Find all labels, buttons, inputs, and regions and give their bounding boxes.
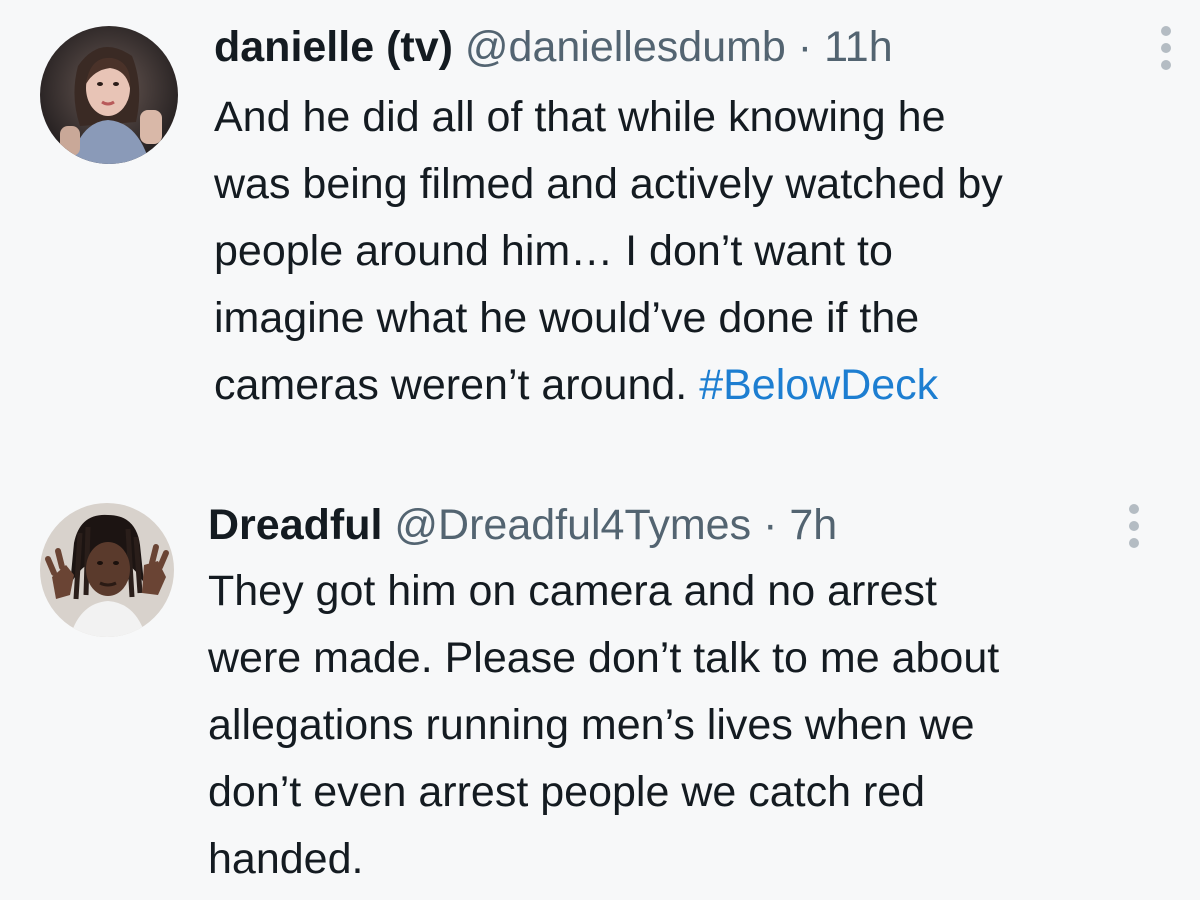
separator-dot: · <box>763 501 778 549</box>
tweet-text-line: people around him… I don’t want to <box>214 227 893 275</box>
tweet-text-line: were made. Please don’t talk to me about <box>208 634 1000 682</box>
user-avatar[interactable] <box>40 26 178 164</box>
hashtag-link[interactable]: #BelowDeck <box>699 361 938 409</box>
more-options-button[interactable] <box>1122 504 1146 548</box>
tweet-header: Dreadful @Dreadful4Tymes · 7h <box>208 500 837 550</box>
display-name[interactable]: Dreadful <box>208 501 382 549</box>
tweet-dreadful[interactable]: Dreadful @Dreadful4Tymes · 7h They got h… <box>0 450 1200 900</box>
tweet-text-line: cameras weren’t around. #BelowDeck <box>214 352 1003 419</box>
more-dot-icon <box>1129 521 1139 531</box>
avatar-man-hand-sign-icon <box>40 503 174 637</box>
tweet-danielle[interactable]: danielle (tv) @daniellesdumb · 11h And h… <box>0 0 1200 450</box>
more-dot-icon <box>1129 504 1139 514</box>
tweet-text-line: handed. <box>208 835 364 883</box>
user-handle[interactable]: @daniellesdumb <box>465 23 786 71</box>
more-options-button[interactable] <box>1154 26 1178 70</box>
user-avatar[interactable] <box>40 503 174 637</box>
tweet-text-line: allegations running men’s lives when we <box>208 701 975 749</box>
tweet-text: And he did all of that while knowing he … <box>214 84 1003 419</box>
tweet-text-line: was being filmed and actively watched by <box>214 160 1003 208</box>
tweet-text-line: imagine what he would’ve done if the <box>214 294 920 342</box>
tweet-header: danielle (tv) @daniellesdumb · 11h <box>214 22 893 72</box>
timestamp[interactable]: 11h <box>824 23 893 71</box>
more-dot-icon <box>1161 60 1171 70</box>
tweet-text-line: And he did all of that while knowing he <box>214 93 946 141</box>
tweet-text-line: They got him on camera and no arrest <box>208 567 937 615</box>
user-handle[interactable]: @Dreadful4Tymes <box>394 501 751 549</box>
more-dot-icon <box>1129 538 1139 548</box>
tweet-text-last: cameras weren’t around. <box>214 361 700 409</box>
more-dot-icon <box>1161 43 1171 53</box>
display-name[interactable]: danielle (tv) <box>214 23 453 71</box>
timestamp[interactable]: 7h <box>789 501 837 549</box>
tweet-text: They got him on camera and no arrest wer… <box>208 558 999 893</box>
more-dot-icon <box>1161 26 1171 36</box>
avatar-woman-portrait-icon <box>40 26 178 164</box>
tweet-text-line: don’t even arrest people we catch red <box>208 768 926 816</box>
separator-dot: · <box>797 23 813 71</box>
